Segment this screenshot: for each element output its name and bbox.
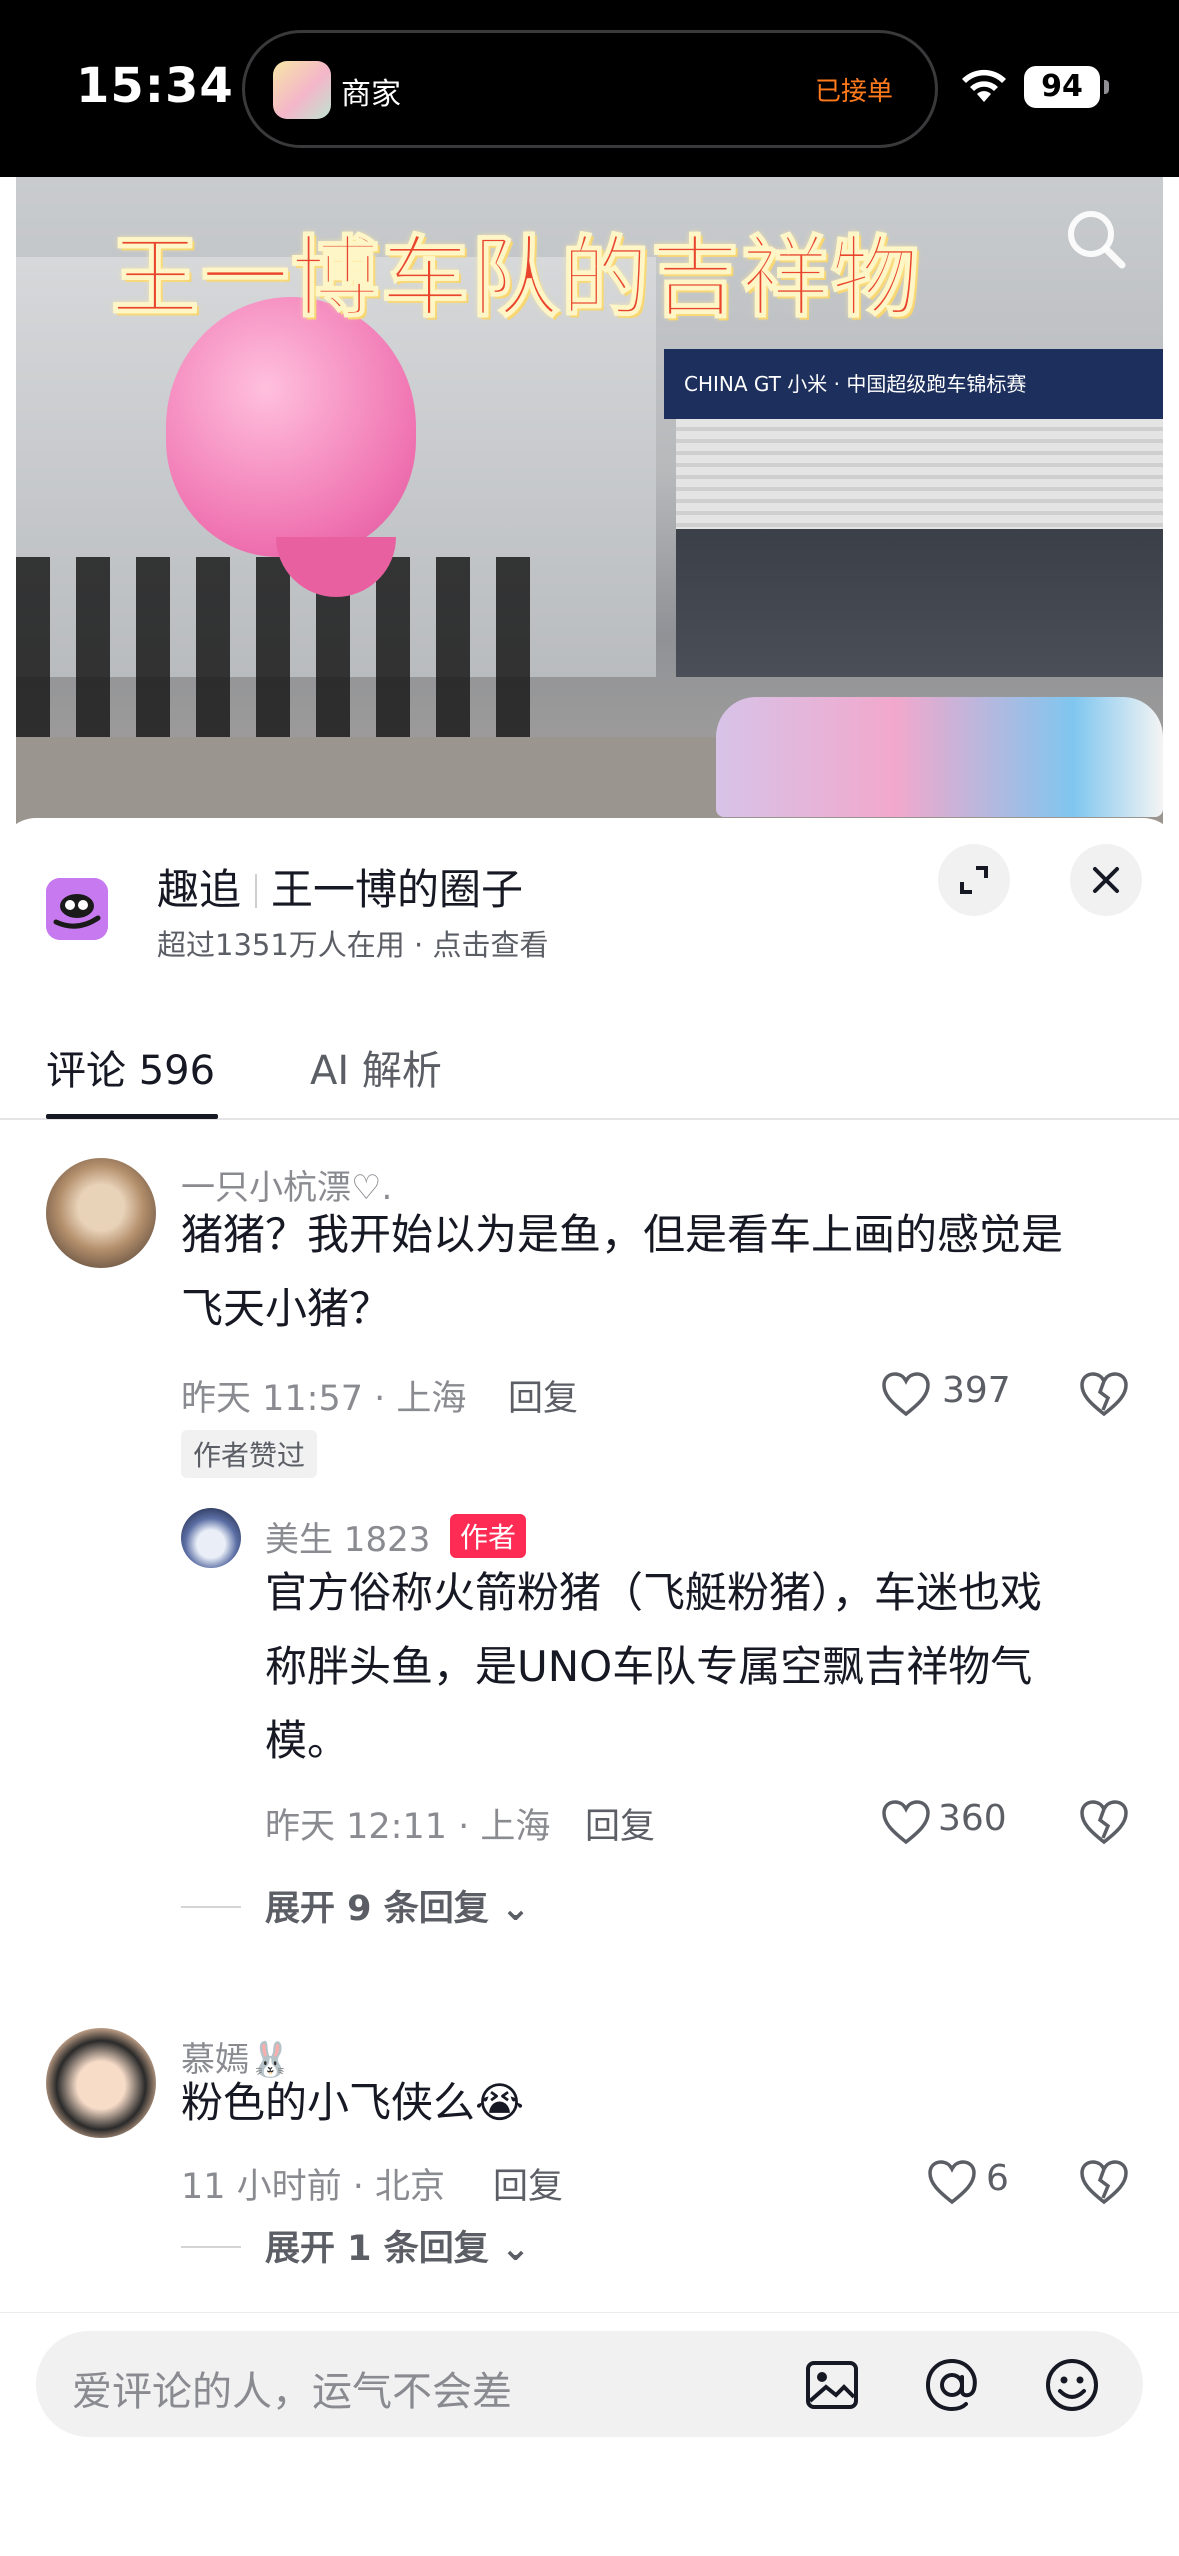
broken-heart-icon[interactable] <box>1078 2158 1130 2206</box>
battery-tip <box>1104 80 1109 94</box>
close-icon <box>1093 867 1119 893</box>
circle-logo <box>46 878 108 940</box>
broken-heart-icon[interactable] <box>1078 1370 1130 1418</box>
comment-tabs: 评论 596 AI 解析 <box>0 1018 1179 1120</box>
video-scene-pink-blimp <box>166 297 416 557</box>
comment-text-line: 猪猪？我开始以为是鱼，但是看车上画的感觉是 <box>181 1210 1064 1259</box>
avatar[interactable] <box>46 2028 156 2138</box>
reply-text-line: 官方俗称火箭粉猪（飞艇粉猪），车迷也戏 <box>265 1568 1043 1617</box>
reply-username[interactable]: 美生 1823 <box>265 1512 430 1561</box>
heart-icon[interactable] <box>880 1798 932 1846</box>
expand-icon <box>960 866 988 894</box>
at-icon[interactable] <box>920 2353 984 2417</box>
video-scene-race-car <box>716 697 1163 817</box>
like-count: 360 <box>938 1798 1007 1839</box>
expand-replies-label: 展开 1 条回复 <box>265 2229 489 2269</box>
circle-title: 趣追 王一博的圈子 <box>157 856 523 917</box>
reply-text-line: 称胖头鱼，是UNO车队专属空飘吉祥物气 <box>265 1642 1033 1691</box>
avatar[interactable] <box>46 1158 156 1268</box>
video-title: 王一博车队的吉祥物 <box>110 225 921 330</box>
comment-input[interactable]: 爱评论的人，运气不会差 <box>36 2331 1143 2437</box>
clock: 15:34 <box>76 58 234 114</box>
reply-text[interactable]: 官方俗称火箭粉猪（飞艇粉猪），车迷也戏 称胖头鱼，是UNO车队专属空飘吉祥物气 … <box>265 1556 1042 1778</box>
active-tab-indicator <box>46 1114 218 1119</box>
island-label: 商家 <box>341 77 401 112</box>
video-scene-banner: CHINA GT 小米 · 中国超级跑车锦标赛 <box>664 349 1163 419</box>
reply-button[interactable]: 回复 <box>508 1370 578 1421</box>
comment-sheet: 趣追 王一博的圈子 超过1351万人在用 · 点击查看 评论 596 AI 解析 … <box>0 818 1179 2556</box>
wifi-icon <box>962 69 1006 102</box>
circle-subtitle: 超过1351万人在用 · 点击查看 <box>157 928 549 962</box>
circle-logo-icon <box>46 878 108 940</box>
reply-button[interactable]: 回复 <box>585 1798 655 1849</box>
image-icon[interactable] <box>800 2353 864 2417</box>
comment-text[interactable]: 粉色的小飞侠么😭 <box>181 2066 524 2140</box>
expand-button[interactable] <box>938 844 1010 916</box>
expand-replies-label: 展开 9 条回复 <box>265 1889 489 1929</box>
chevron-down-icon: ⌄ <box>500 2229 531 2269</box>
chevron-down-icon: ⌄ <box>500 1889 531 1929</box>
reply-time: 昨天 12:11 · 上海 <box>265 1807 551 1847</box>
close-button[interactable] <box>1070 844 1142 916</box>
avatar[interactable] <box>181 1508 241 1568</box>
status-bar: 15:34 商家 已接单 94 <box>0 0 1179 177</box>
comment-input-bar: 爱评论的人，运气不会差 <box>0 2312 1179 2556</box>
expand-replies-button[interactable]: 展开 1 条回复 ⌄ <box>265 2220 530 2271</box>
battery-indicator: 94 <box>1024 66 1100 108</box>
comment-text-line: 飞天小猪？ <box>181 1284 392 1333</box>
expand-divider <box>181 2246 241 2248</box>
reply-button[interactable]: 回复 <box>493 2158 563 2209</box>
like-count: 397 <box>942 1370 1011 1411</box>
circle-header[interactable]: 趣追 王一博的圈子 超过1351万人在用 · 点击查看 <box>0 818 1179 998</box>
reply-text-line: 模。 <box>265 1716 350 1765</box>
video-scene-crowd <box>16 557 536 757</box>
title-divider <box>255 874 258 908</box>
comment-text-line: 粉色的小飞侠么😭 <box>181 2078 525 2127</box>
merchant-app-icon <box>273 61 331 119</box>
heart-icon[interactable] <box>926 2158 978 2206</box>
video-scene-shutter <box>676 419 1163 529</box>
heart-icon[interactable] <box>880 1370 932 1418</box>
broken-heart-icon[interactable] <box>1078 1798 1130 1846</box>
emoji-icon[interactable] <box>1040 2353 1104 2417</box>
circle-topic: 王一博的圈子 <box>271 865 524 914</box>
island-order-status: 已接单 <box>814 77 893 107</box>
author-liked-badge: 作者赞过 <box>181 1430 318 1478</box>
expand-divider <box>181 1906 241 1908</box>
search-icon[interactable] <box>1060 203 1132 275</box>
video-player[interactable]: CHINA GT 小米 · 中国超级跑车锦标赛 王一博车队的吉祥物 <box>16 177 1163 830</box>
like-count: 6 <box>986 2158 1009 2199</box>
comment-time: 昨天 11:57 · 上海 <box>181 1379 467 1419</box>
tab-comments[interactable]: 评论 596 <box>46 1038 215 1096</box>
comment-text[interactable]: 猪猪？我开始以为是鱼，但是看车上画的感觉是 飞天小猪？ <box>181 1198 1063 1346</box>
comment-input-placeholder: 爱评论的人，运气不会差 <box>72 2369 512 2415</box>
dynamic-island[interactable]: 商家 已接单 <box>242 30 938 148</box>
expand-replies-button[interactable]: 展开 9 条回复 ⌄ <box>265 1880 530 1931</box>
tab-ai-analysis[interactable]: AI 解析 <box>310 1038 442 1096</box>
comment-time: 11 小时前 · 北京 <box>181 2167 446 2207</box>
circle-name: 趣追 <box>157 865 242 914</box>
author-badge: 作者 <box>450 1514 527 1558</box>
